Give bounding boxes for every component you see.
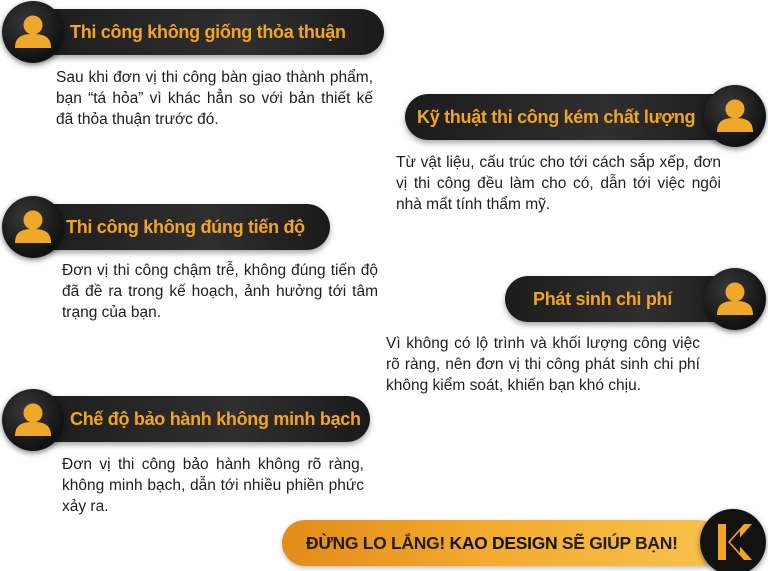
item-2-title: Kỹ thuật thi công kém chất lượng	[417, 107, 696, 127]
cta-part-1: ĐỪNG LO LẮNG!	[306, 533, 450, 553]
item-1-title: Thi công không giống thỏa thuận	[70, 22, 346, 42]
item-4-title: Phát sinh chi phí	[533, 289, 672, 309]
item-2-description: Từ vật liệu, cấu trúc cho tới cách sắp x…	[396, 154, 721, 213]
item-2-title-pill: Kỹ thuật thi công kém chất lượng	[405, 94, 740, 140]
item-2-user-icon	[704, 85, 766, 147]
item-4-user-icon	[704, 268, 766, 330]
item-5-title-pill: Chế độ bảo hành không minh bạch	[30, 396, 370, 442]
item-3-user-icon	[2, 196, 64, 258]
item-1-description: Sau khi đơn vị thi công bàn giao thành p…	[56, 69, 373, 128]
item-3-title: Thi công không đúng tiến độ	[66, 217, 305, 237]
item-3-title-pill: Thi công không đúng tiến độ	[30, 204, 330, 250]
item-1-title-pill: Thi công không giống thỏa thuận	[30, 9, 384, 55]
item-5-user-icon	[2, 389, 64, 451]
cta-banner: ĐỪNG LO LẮNG! KAO DESIGN SẼ GIÚP BẠN!	[282, 520, 722, 566]
cta-brand: KAO DESIGN	[449, 533, 558, 553]
item-3-description: Đơn vị thi công chậm trễ, không đúng tiế…	[62, 262, 378, 321]
item-5-title: Chế độ bảo hành không minh bạch	[70, 409, 361, 429]
item-1-user-icon	[2, 1, 64, 63]
item-4-description: Vì không có lộ trình và khối lượng công …	[386, 335, 700, 394]
cta-part-2: SẼ GIÚP BẠN!	[557, 533, 678, 553]
cta-text: ĐỪNG LO LẮNG! KAO DESIGN SẼ GIÚP BẠN!	[306, 520, 678, 566]
kao-design-logo-icon	[700, 509, 766, 571]
item-5-description: Đơn vị thi công bảo hành không rõ ràng, …	[62, 456, 364, 515]
